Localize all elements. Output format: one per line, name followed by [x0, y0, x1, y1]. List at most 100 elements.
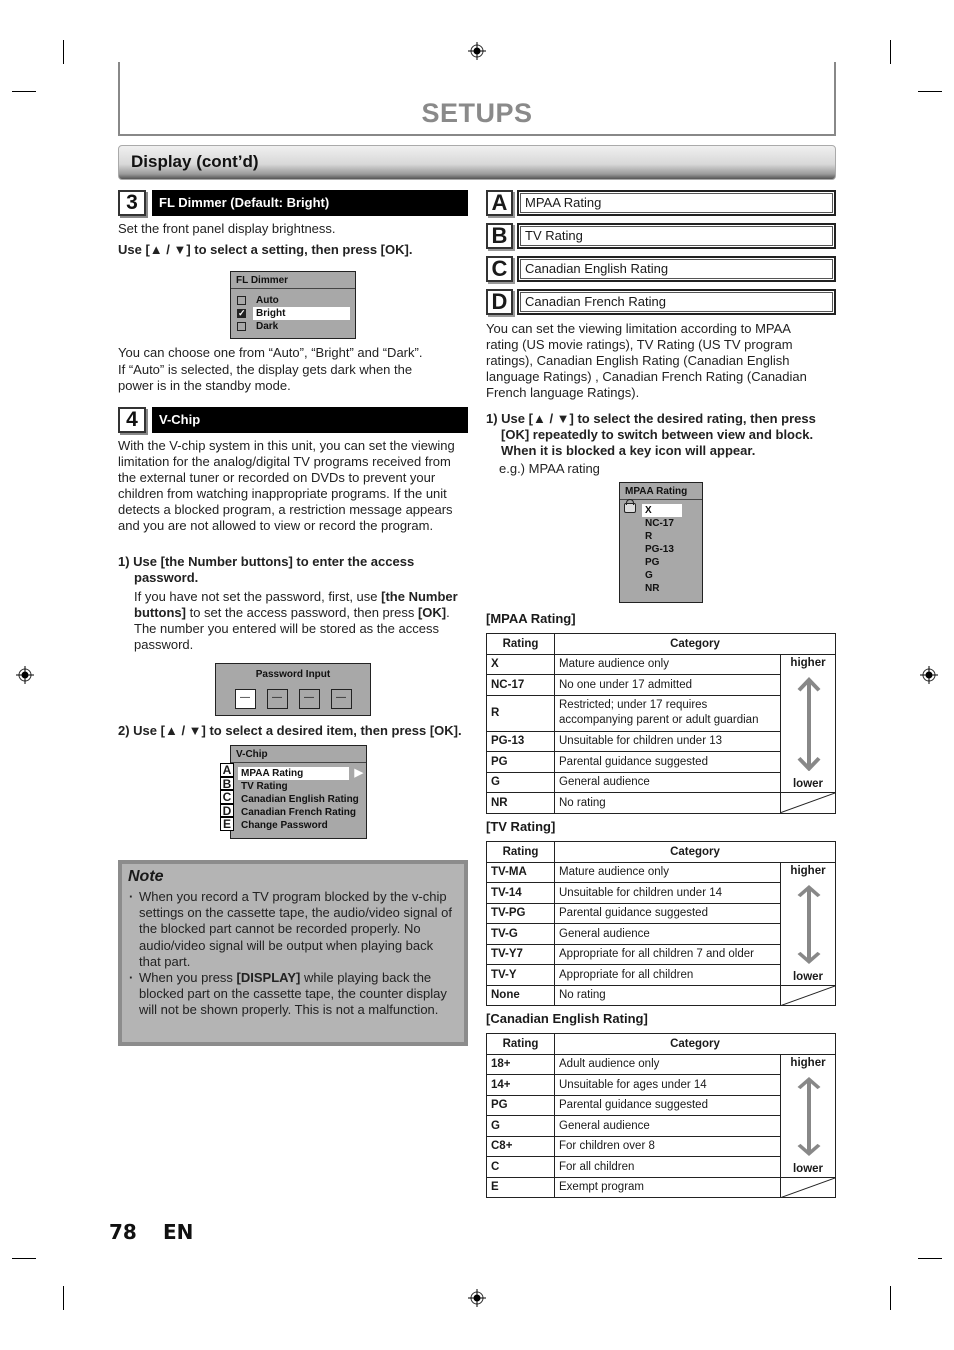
- rating-category: Appropriate for all children: [554, 964, 781, 986]
- example-label: e.g.) MPAA rating: [499, 461, 600, 476]
- password-input-osd: Password Input — — — —: [215, 663, 371, 716]
- crop-mark: [12, 1258, 36, 1259]
- mpaa-osd-item[interactable]: X: [620, 504, 702, 517]
- checkbox-checked-icon: ✓: [237, 308, 246, 318]
- osd-option-dark[interactable]: Dark: [231, 320, 355, 333]
- column-header-rating: Rating: [486, 841, 555, 863]
- rating-option-a: A MPAA Rating: [486, 190, 836, 216]
- double-arrow-icon: [797, 676, 821, 771]
- rating-code: 14+: [486, 1074, 555, 1096]
- vchip-substep-2-heading: 2) Use [▲ / ▼] to select a desired item,…: [118, 723, 462, 738]
- note-title: Note: [128, 868, 164, 885]
- step-3-choices: You can choose one from “Auto”, “Bright”…: [118, 345, 423, 360]
- rating-category: No one under 17 admitted: [554, 674, 781, 696]
- mpaa-osd-item[interactable]: PG: [620, 556, 702, 569]
- letter-label: D: [220, 803, 234, 817]
- crop-mark: [918, 1258, 942, 1259]
- table-header-row: Rating Category: [486, 841, 836, 863]
- rating-code: C: [486, 1156, 555, 1178]
- rating-code: C8+: [486, 1135, 555, 1157]
- vchip-menu-item-mpaa[interactable]: MPAA Rating ▶: [231, 767, 366, 780]
- vchip-menu-item-canadian-french[interactable]: Canadian French Rating: [231, 806, 366, 819]
- section-header: Display (cont’d): [118, 145, 836, 180]
- rating-category: General audience: [554, 923, 781, 945]
- registration-mark-icon: [16, 666, 34, 684]
- rating-category: Exempt program: [554, 1176, 781, 1198]
- diagonal-line: [781, 793, 835, 813]
- rating-category: Mature audience only: [554, 861, 781, 883]
- option-label: Canadian English Rating: [517, 256, 836, 282]
- tv-table-title: [TV Rating]: [486, 819, 556, 834]
- letter-label: E: [220, 817, 234, 831]
- table-row: X Mature audience only higher lower: [486, 653, 836, 793]
- vchip-menu-item-change-password[interactable]: Change Password: [231, 819, 366, 832]
- higher-label: higher: [790, 864, 826, 877]
- vchip-menu-item-tv[interactable]: TV Rating: [231, 780, 366, 793]
- rating-code: None: [486, 984, 555, 1006]
- step-label: V-Chip: [152, 407, 468, 433]
- mpaa-table-title: [MPAA Rating]: [486, 611, 576, 626]
- rating-option-c: C Canadian English Rating: [486, 256, 836, 282]
- rating-code: TV-MA: [486, 861, 555, 883]
- column-header-category: Category: [554, 633, 836, 655]
- mpaa-osd-item[interactable]: R: [620, 530, 702, 543]
- mpaa-rating-osd: MPAA Rating X NC-17 R PG-13 PG G NR: [619, 482, 703, 603]
- osd-option-auto[interactable]: Auto: [231, 294, 355, 307]
- diagonal-line: [781, 1177, 835, 1197]
- vchip-menu-osd: V-Chip MPAA Rating ▶ TV Rating Canadian E…: [230, 745, 367, 839]
- step-4-heading: 4 V-Chip: [118, 407, 468, 433]
- rating-code: R: [486, 694, 555, 732]
- rating-category: Unsuitable for ages under 14: [554, 1074, 781, 1096]
- rating-code: E: [486, 1176, 555, 1198]
- password-digit-field[interactable]: —: [298, 689, 320, 709]
- mpaa-osd-item[interactable]: NC-17: [620, 517, 702, 530]
- lower-label: lower: [792, 778, 824, 790]
- password-digit-field[interactable]: —: [330, 689, 352, 709]
- tv-rating-table: Rating Category TV-MA Mature audience only h…: [486, 841, 836, 1006]
- rating-code: PG: [486, 1094, 555, 1116]
- note-list: When you record a TV program blocked by …: [128, 889, 458, 1019]
- vchip-menu-item-canadian-english[interactable]: Canadian English Rating: [231, 793, 366, 806]
- rating-code: 18+: [486, 1053, 555, 1075]
- order-indicator: higher lower: [780, 654, 836, 793]
- mpaa-osd-item[interactable]: G: [620, 569, 702, 582]
- table-row: TV-MA Mature audience only higher lower: [486, 861, 836, 986]
- crop-mark: [918, 91, 942, 92]
- letter-label: C: [220, 790, 234, 804]
- rating-code: X: [486, 653, 555, 675]
- section-title: Display (cont’d): [131, 152, 259, 171]
- rating-code: NR: [486, 792, 555, 814]
- rating-category: Unsuitable for children under 14: [554, 882, 781, 904]
- rating-category: Parental guidance suggested: [554, 751, 781, 773]
- step-3-heading: 3 FL Dimmer (Default: Bright): [118, 190, 468, 216]
- osd-title: FL Dimmer: [231, 272, 355, 289]
- mpaa-osd-item[interactable]: PG-13: [620, 543, 702, 556]
- table-row: E Exempt program: [486, 1176, 836, 1198]
- option-label: TV Rating: [517, 223, 836, 249]
- column-header-category: Category: [554, 1033, 836, 1055]
- mpaa-osd-item[interactable]: NR: [620, 582, 702, 595]
- rating-code: TV-Y: [486, 964, 555, 986]
- registration-mark-icon: [468, 1289, 486, 1307]
- rating-category: No rating: [554, 792, 781, 814]
- page-number: 78: [109, 1220, 137, 1244]
- rating-category: Adult audience only: [554, 1053, 781, 1075]
- crop-mark: [63, 40, 64, 64]
- mpaa-rating-table: Rating Category X Mature audience only highe…: [486, 633, 836, 814]
- rating-code: TV-14: [486, 882, 555, 904]
- canadian-english-table-title: [Canadian English Rating]: [486, 1011, 648, 1026]
- checkbox-icon: [237, 322, 246, 331]
- canadian-english-rating-table: Rating Category 18+ Adult audience only high…: [486, 1033, 836, 1198]
- rating-code: TV-G: [486, 923, 555, 945]
- double-arrow-icon: [797, 1076, 821, 1156]
- vchip-substep-1-body: If you have not set the password, first,…: [134, 589, 458, 652]
- lower-label: lower: [792, 970, 824, 983]
- letter-badge: D: [486, 289, 513, 315]
- rating-category: General audience: [554, 1115, 781, 1137]
- column-header-category: Category: [554, 841, 836, 863]
- letter-badge: B: [486, 223, 513, 249]
- rating-option-b: B TV Rating: [486, 223, 836, 249]
- password-digit-field[interactable]: —: [266, 689, 288, 709]
- osd-option-bright[interactable]: ✓ Bright: [231, 307, 355, 320]
- password-digit-field[interactable]: —: [234, 689, 256, 709]
